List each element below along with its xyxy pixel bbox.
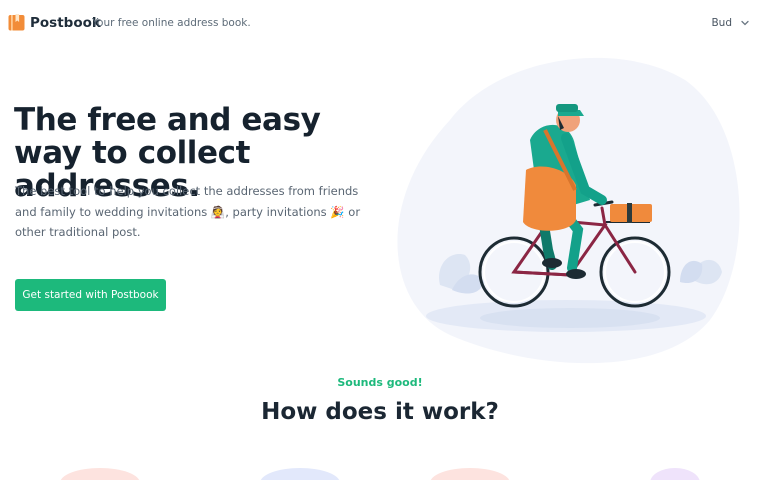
step-card-decoration xyxy=(650,468,700,480)
hero-description: The best tool to help you collect the ad… xyxy=(15,181,375,243)
bike-shadow xyxy=(480,308,660,328)
party-emoji-icon: 🎉 xyxy=(330,204,345,219)
cyclist-mail-illustration xyxy=(397,57,740,364)
brand-tagline: Your free online address book. xyxy=(92,17,251,29)
chevron-down-icon[interactable] xyxy=(740,18,750,28)
user-name[interactable]: Bud xyxy=(711,17,732,29)
hero-description-part2: , party invitations xyxy=(225,204,327,219)
step-card-decoration xyxy=(260,468,340,480)
step-card-decoration xyxy=(430,468,510,480)
wedding-emoji-icon: 👰 xyxy=(210,204,226,219)
section-eyebrow: Sounds good! xyxy=(337,376,423,389)
section-title: How does it work? xyxy=(261,399,499,425)
get-started-button[interactable]: Get started with Postbook xyxy=(15,279,166,311)
step-card-decoration xyxy=(60,468,140,480)
book-icon[interactable] xyxy=(8,14,25,31)
brand-name[interactable]: Postbook xyxy=(30,14,101,32)
top-navigation-bar: Postbook Your free online address book. … xyxy=(0,0,760,46)
user-menu[interactable]: Bud xyxy=(711,14,750,32)
